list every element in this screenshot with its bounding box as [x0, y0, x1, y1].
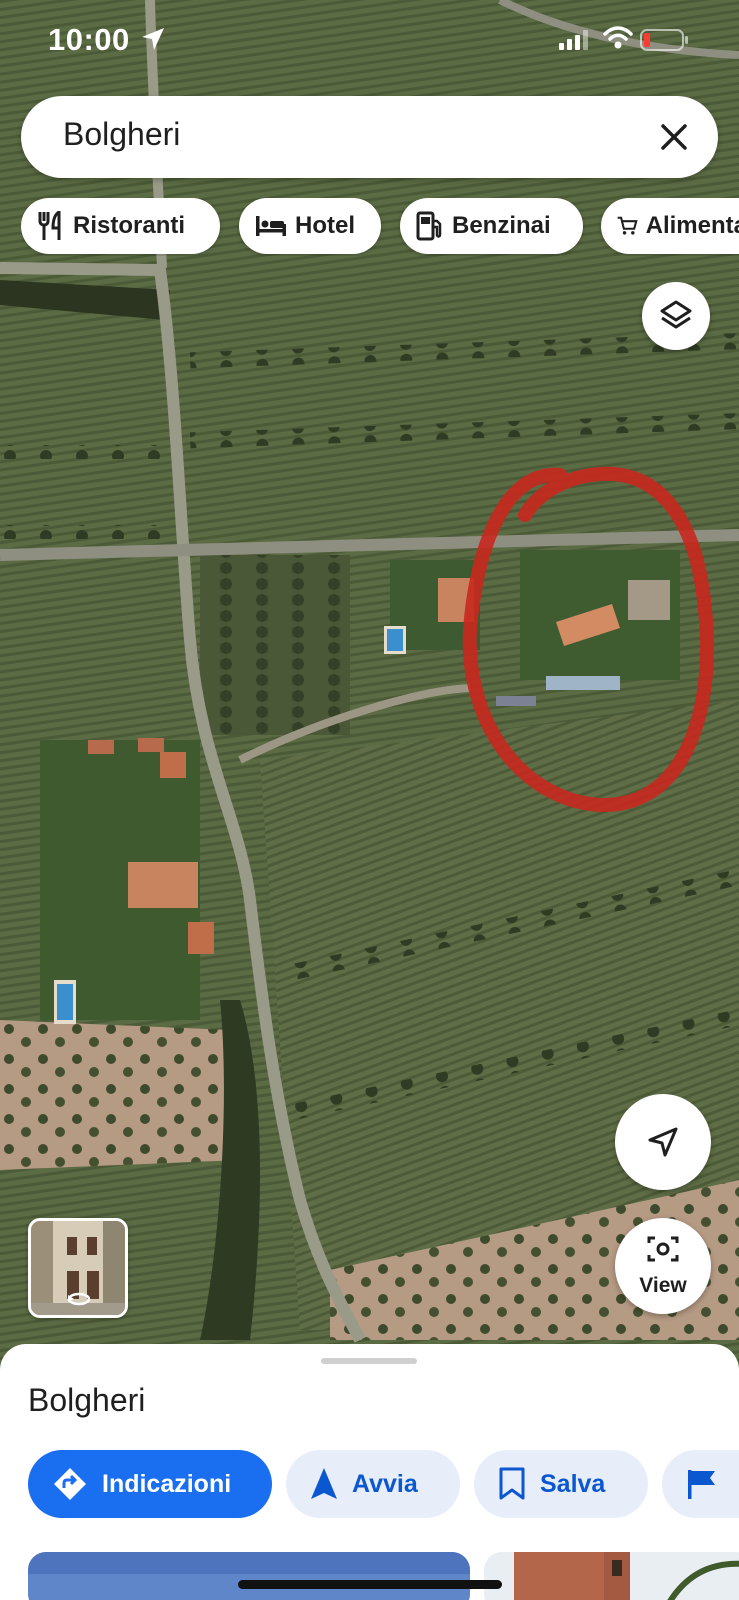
chip-label: Benzinai: [452, 212, 551, 239]
navigation-arrow-icon: [648, 1127, 678, 1157]
action-label: Indicazioni: [102, 1469, 232, 1498]
street-view-rotate-icon: [67, 1292, 91, 1306]
flag-icon: [688, 1470, 715, 1499]
sky-photo: [28, 1552, 470, 1600]
chip-label: Alimentari: [645, 212, 739, 239]
search-query[interactable]: Bolgheri: [63, 116, 180, 153]
status-bar: 10:00: [0, 0, 739, 84]
chip-hotel[interactable]: Hotel: [239, 198, 381, 254]
close-icon[interactable]: [652, 115, 696, 159]
action-label: Salva: [540, 1469, 606, 1498]
shopping-cart-icon: [617, 216, 638, 235]
place-photo-1[interactable]: [28, 1552, 470, 1600]
street-view-thumbnail[interactable]: [28, 1218, 128, 1318]
castle-photo: [484, 1552, 739, 1600]
category-chips: Ristoranti Hotel Benzinai Alimentari: [21, 198, 739, 256]
battery-low-icon: [640, 29, 688, 51]
chip-ristoranti[interactable]: Ristoranti: [21, 198, 220, 254]
search-bar[interactable]: Bolgheri: [21, 96, 718, 178]
gas-station-icon: [416, 211, 442, 241]
chip-label: Hotel: [295, 212, 355, 239]
flag-button[interactable]: [662, 1450, 739, 1518]
place-photo-2[interactable]: [484, 1552, 739, 1600]
place-title: Bolgheri: [28, 1382, 146, 1418]
action-label: Avvia: [352, 1469, 418, 1498]
navigation-start-icon: [311, 1468, 337, 1499]
place-bottom-sheet[interactable]: Bolgheri Indicazioni Avvia Salva: [0, 1344, 739, 1600]
chip-alimentari[interactable]: Alimentari: [601, 198, 739, 254]
chip-label: Ristoranti: [73, 212, 186, 239]
view-label: View: [639, 1274, 687, 1297]
restaurant-icon: [38, 211, 61, 240]
directions-icon: [54, 1468, 86, 1500]
start-button[interactable]: Avvia: [286, 1450, 460, 1518]
location-arrow-icon: [142, 28, 164, 50]
layers-button[interactable]: [642, 282, 710, 350]
status-time: 10:00: [48, 22, 130, 57]
directions-button[interactable]: Indicazioni: [28, 1450, 272, 1518]
home-indicator[interactable]: [238, 1580, 502, 1589]
chip-benzinai[interactable]: Benzinai: [400, 198, 583, 254]
camera-lens-icon: [647, 1236, 679, 1262]
bookmark-icon: [499, 1467, 525, 1500]
layers-icon: [660, 300, 692, 329]
hotel-bed-icon: [256, 216, 286, 236]
cellular-signal-icon: [559, 30, 588, 50]
my-location-button[interactable]: [615, 1094, 711, 1190]
save-button[interactable]: Salva: [474, 1450, 648, 1518]
sheet-drag-handle[interactable]: [321, 1358, 417, 1364]
view-lens-button[interactable]: View: [615, 1218, 711, 1314]
wifi-icon: [603, 26, 633, 49]
